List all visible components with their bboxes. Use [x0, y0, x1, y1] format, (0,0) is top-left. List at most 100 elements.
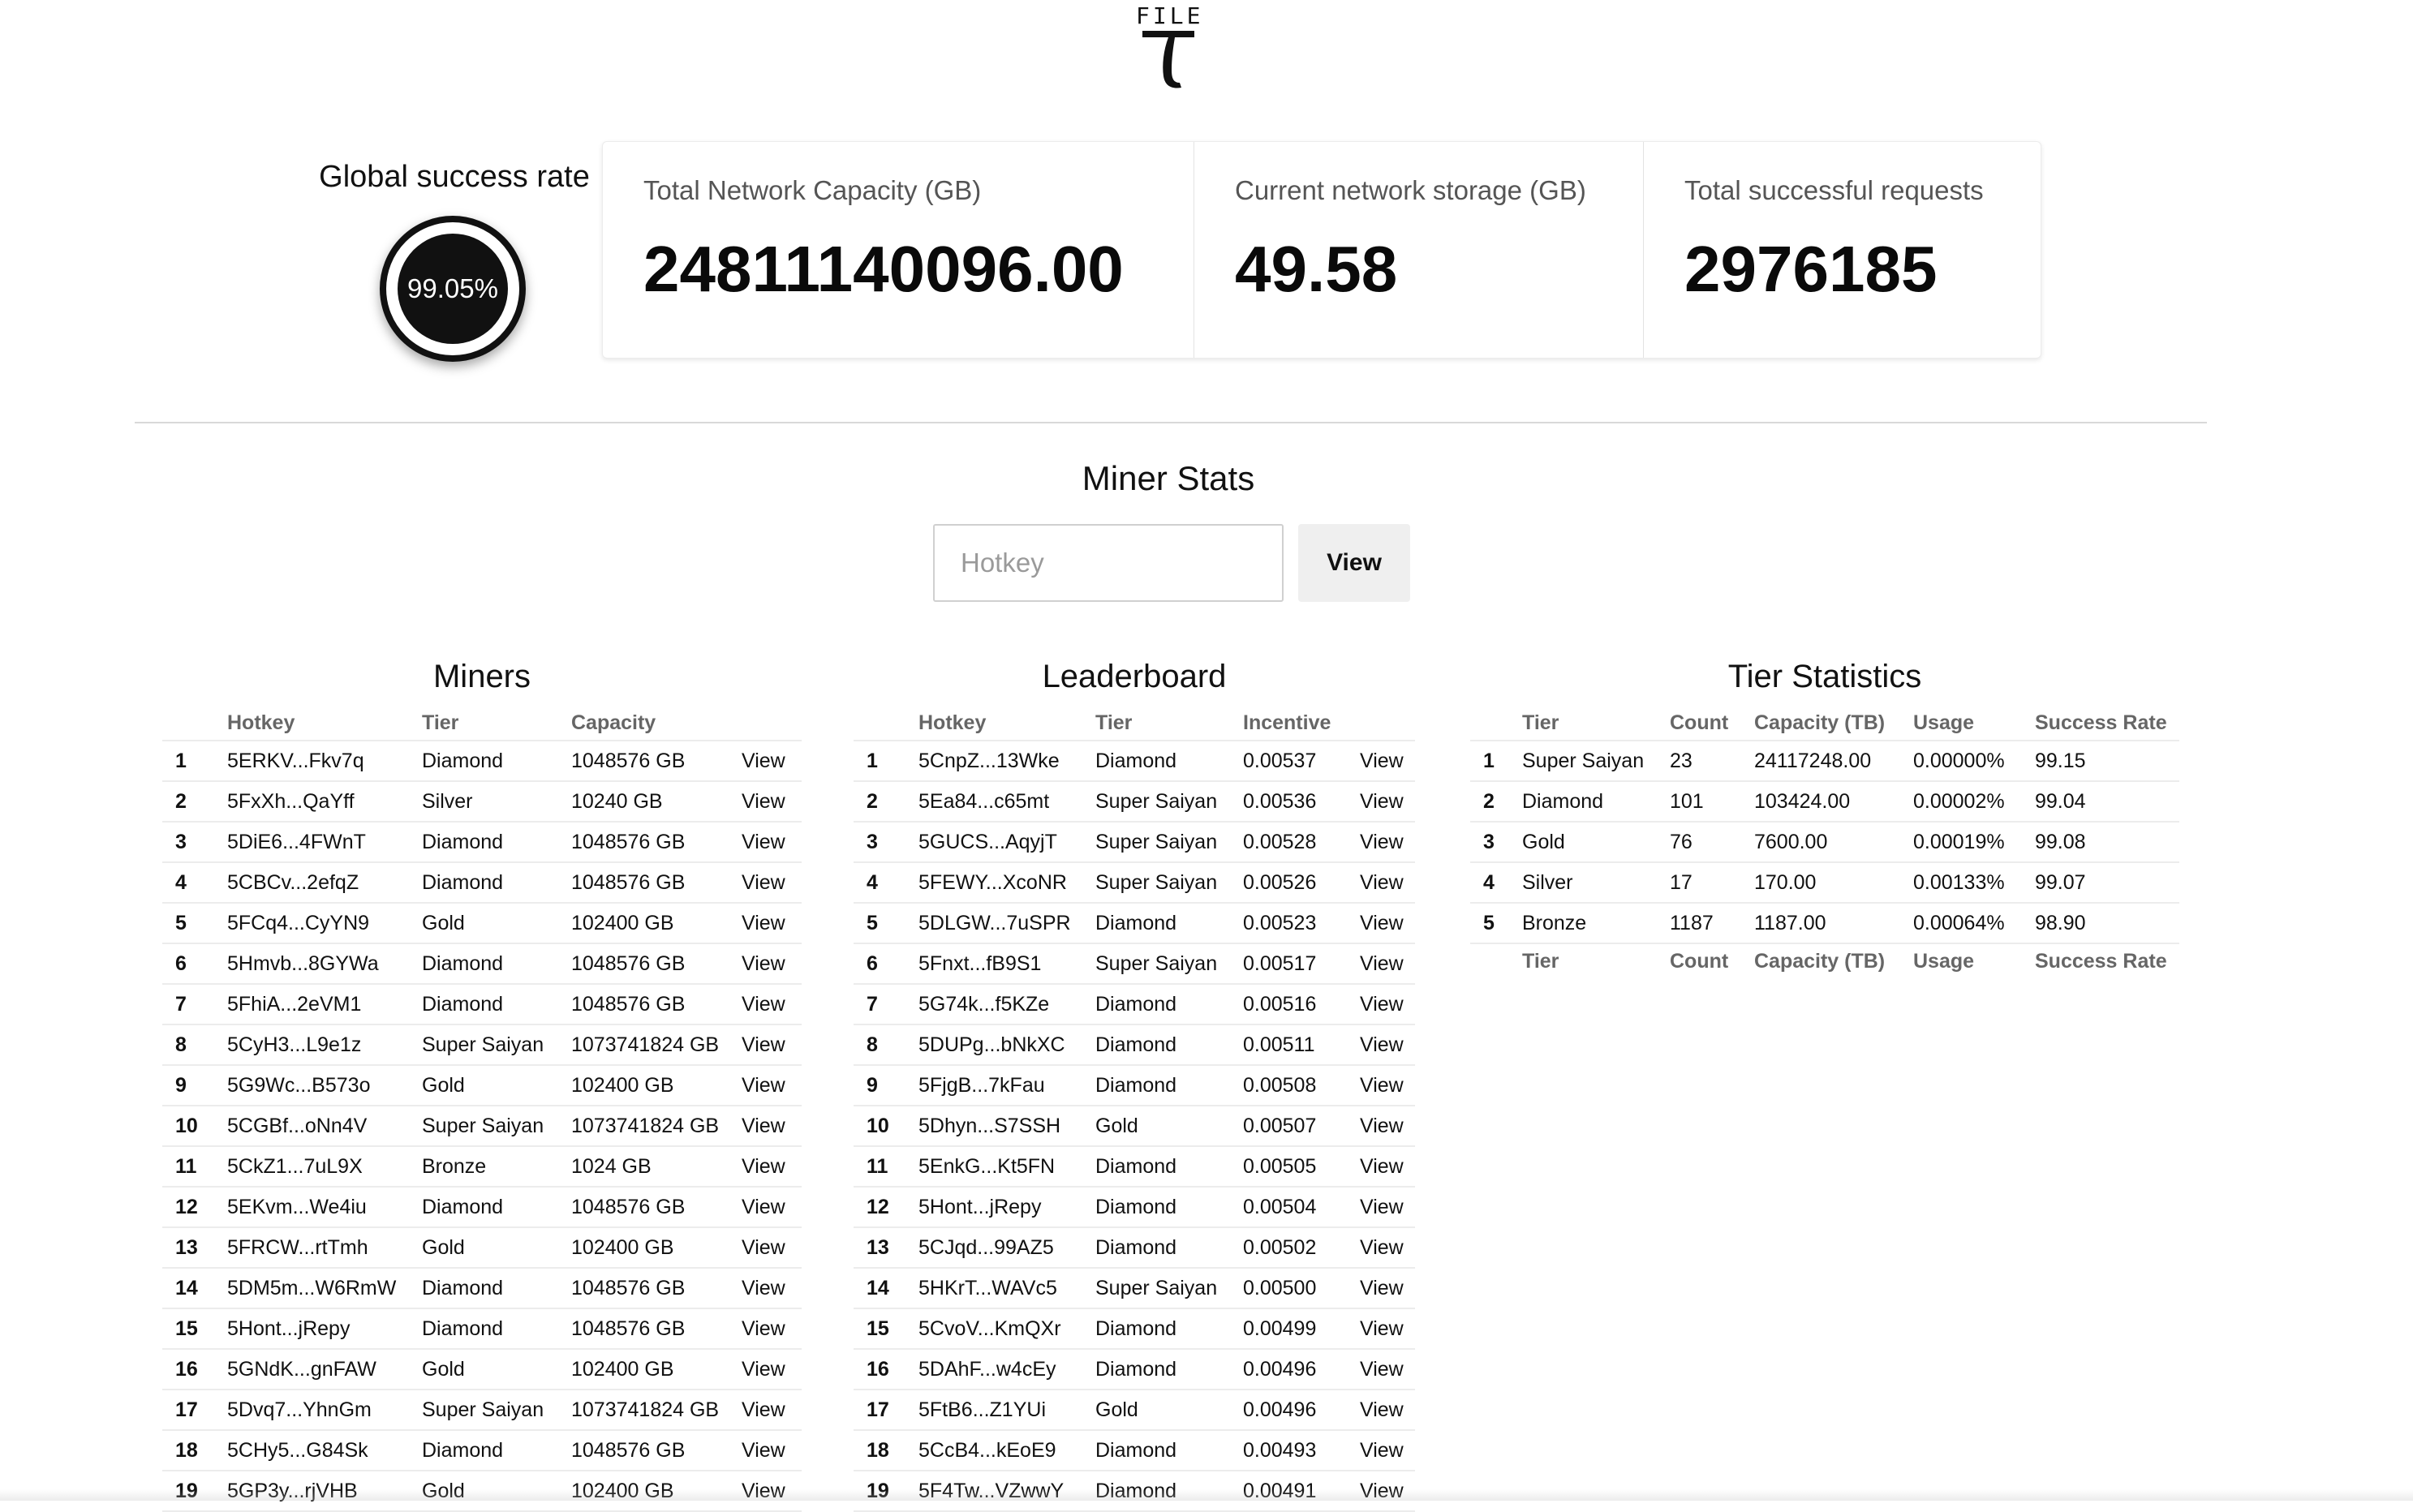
- cell-capacity: 1187.00: [1754, 903, 1913, 944]
- view-link[interactable]: View: [1360, 1065, 1415, 1106]
- table-row: 11 5EnkG...Kt5FN Diamond 0.00505 View: [854, 1146, 1415, 1188]
- column-footer-usage: Usage: [1913, 949, 1975, 973]
- cell-hotkey: 5FEWY...XcoNR: [918, 862, 1095, 904]
- cell-tier: Super Saiyan: [422, 1024, 571, 1066]
- scroll-fade: [0, 1489, 2413, 1501]
- view-link[interactable]: View: [1360, 903, 1415, 944]
- cell-capacity: 102400 GB: [571, 1227, 742, 1269]
- view-link[interactable]: View: [1360, 1227, 1415, 1269]
- view-link[interactable]: View: [1360, 943, 1415, 985]
- leaderboard-title: Leaderboard: [1042, 659, 1227, 694]
- table-row: 7 5FhiA...2eVM1 Diamond 1048576 GB View: [162, 984, 802, 1025]
- view-link[interactable]: View: [1360, 1024, 1415, 1066]
- view-link[interactable]: View: [742, 1390, 802, 1431]
- cell-incentive: 0.00502: [1243, 1227, 1360, 1269]
- view-link[interactable]: View: [1360, 1268, 1415, 1309]
- cell-rank: 18: [162, 1430, 227, 1471]
- view-link[interactable]: View: [742, 862, 802, 904]
- view-link[interactable]: View: [742, 984, 802, 1025]
- cell-hotkey: 5CBCv...2efqZ: [227, 862, 422, 904]
- table-row: 4 5FEWY...XcoNR Super Saiyan 0.00526 View: [854, 862, 1415, 904]
- view-link[interactable]: View: [1360, 984, 1415, 1025]
- cell-hotkey: 5FtB6...Z1YUi: [918, 1390, 1095, 1431]
- cell-hotkey: 5EKvm...We4iu: [227, 1187, 422, 1228]
- view-link[interactable]: View: [742, 741, 802, 782]
- stat-card-value: 2976185: [1684, 233, 1938, 305]
- cell-hotkey: 5Hont...jRepy: [918, 1187, 1095, 1228]
- table-row: 10 5CGBf...oNn4V Super Saiyan 1073741824 GB…: [162, 1106, 802, 1147]
- view-link[interactable]: View: [742, 1308, 802, 1350]
- view-link[interactable]: View: [742, 1430, 802, 1471]
- view-link[interactable]: View: [742, 903, 802, 944]
- cell-tier: Diamond: [422, 1187, 571, 1228]
- table-row: 17 5FtB6...Z1YUi Gold 0.00496 View: [854, 1390, 1415, 1431]
- table-row: 15 5CvoV...KmQXr Diamond 0.00499 View: [854, 1308, 1415, 1350]
- view-link[interactable]: View: [1360, 741, 1415, 782]
- logo-word: FILE: [1136, 2, 1204, 29]
- stat-card-label: Total successful requests: [1684, 175, 1984, 205]
- cell-incentive: 0.00516: [1243, 984, 1360, 1025]
- view-link[interactable]: View: [742, 1106, 802, 1147]
- view-link[interactable]: View: [742, 1187, 802, 1228]
- stat-card-current-storage: Current network storage (GB) 49.58: [1194, 142, 1643, 358]
- column-header-usage: Usage: [1913, 706, 2035, 741]
- cell-incentive: 0.00505: [1243, 1146, 1360, 1188]
- view-link[interactable]: View: [742, 822, 802, 863]
- table-row: 4 Silver 17 170.00 0.00133% 99.07: [1470, 862, 2179, 904]
- table-row: 8 5CyH3...L9e1z Super Saiyan 1073741824 GB V…: [162, 1024, 802, 1066]
- view-link[interactable]: View: [742, 943, 802, 985]
- view-link[interactable]: View: [742, 781, 802, 823]
- view-link[interactable]: View: [1360, 1390, 1415, 1431]
- column-header-hotkey: Hotkey: [227, 706, 422, 741]
- view-link[interactable]: View: [742, 1227, 802, 1269]
- section-divider: [135, 422, 2207, 423]
- view-miner-button[interactable]: View: [1298, 524, 1410, 602]
- view-link[interactable]: View: [1360, 1146, 1415, 1188]
- cell-tier: Diamond: [1095, 984, 1243, 1025]
- view-link[interactable]: View: [742, 1146, 802, 1188]
- cell-rank: 5: [162, 903, 227, 944]
- cell-success-rate: 99.07: [2035, 862, 2179, 904]
- cell-tier: Gold: [422, 1065, 571, 1106]
- cell-hotkey: 5G9Wc...B573o: [227, 1065, 422, 1106]
- logo[interactable]: FILE: [1136, 5, 1201, 94]
- column-header-action: [742, 706, 802, 741]
- cell-tier: Diamond: [1095, 1065, 1243, 1106]
- cell-tier: Super Saiyan: [422, 1390, 571, 1431]
- view-link[interactable]: View: [1360, 1308, 1415, 1350]
- column-header-rank: [1470, 706, 1522, 741]
- view-link[interactable]: View: [742, 1268, 802, 1309]
- view-link[interactable]: View: [1360, 1106, 1415, 1147]
- cell-hotkey: 5Fnxt...fB9S1: [918, 943, 1095, 985]
- view-link[interactable]: View: [742, 1065, 802, 1106]
- cell-incentive: 0.00496: [1243, 1349, 1360, 1390]
- hotkey-input[interactable]: [933, 524, 1284, 602]
- table-row: 18 5CHy5...G84Sk Diamond 1048576 GB View: [162, 1430, 802, 1471]
- view-link[interactable]: View: [1360, 1187, 1415, 1228]
- view-link[interactable]: View: [1360, 1349, 1415, 1390]
- view-link[interactable]: View: [1360, 1430, 1415, 1471]
- cell-incentive: 0.00493: [1243, 1430, 1360, 1471]
- view-link[interactable]: View: [1360, 862, 1415, 904]
- cell-tier: Super Saiyan: [1095, 781, 1243, 823]
- view-link[interactable]: View: [742, 1349, 802, 1390]
- cell-tier: Diamond: [422, 741, 571, 782]
- column-footer-tier: Tier: [1522, 949, 1559, 973]
- table-row: 16 5DAhF...w4cEy Diamond 0.00496 View: [854, 1349, 1415, 1390]
- cell-hotkey: 5FhiA...2eVM1: [227, 984, 422, 1025]
- view-link[interactable]: View: [1360, 822, 1415, 863]
- cell-tier: Super Saiyan: [1095, 822, 1243, 863]
- cell-capacity: 1073741824 GB: [571, 1106, 742, 1147]
- tier-statistics-title: Tier Statistics: [1727, 659, 1922, 694]
- view-link[interactable]: View: [1360, 781, 1415, 823]
- cell-rank: 4: [854, 862, 918, 904]
- miners-section: Miners Hotkey Tier Capacity 1 5ERKV...Fkv7q…: [162, 655, 802, 1512]
- cell-count: 76: [1670, 822, 1754, 863]
- cell-usage: 0.00064%: [1913, 903, 2035, 944]
- view-link[interactable]: View: [742, 1024, 802, 1066]
- column-header-rank: [162, 706, 227, 741]
- cell-hotkey: 5GUCS...AqyjT: [918, 822, 1095, 863]
- cell-capacity: 102400 GB: [571, 1065, 742, 1106]
- cell-tier: Super Saiyan: [422, 1106, 571, 1147]
- cell-capacity: 1048576 GB: [571, 741, 742, 782]
